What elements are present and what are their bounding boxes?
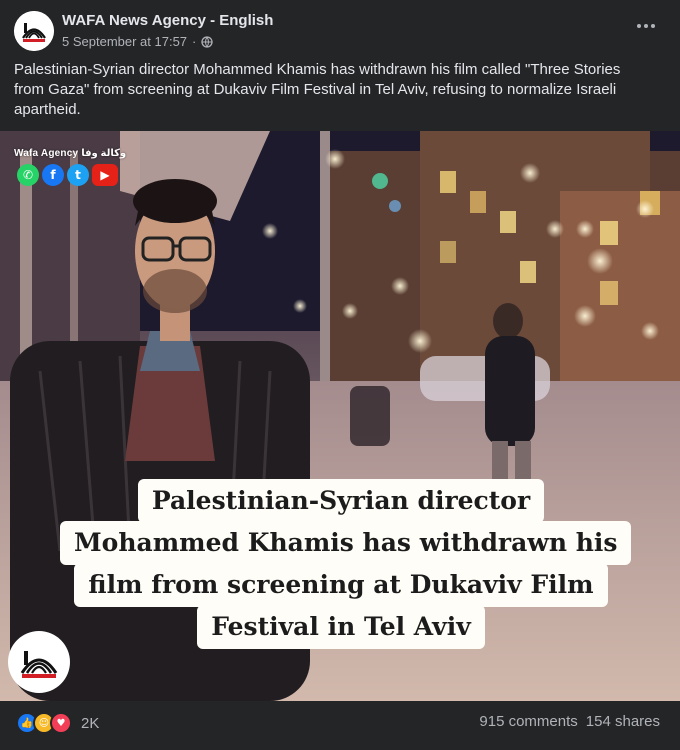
facebook-icon: f	[42, 164, 64, 186]
whatsapp-icon: ✆	[17, 164, 39, 186]
reactions-summary[interactable]: 👍 ☺ ♥ 2K	[16, 712, 99, 734]
post-header: WAFA News Agency - English 5 September a…	[0, 0, 680, 56]
youtube-icon: ▶	[92, 164, 118, 186]
wafa-logo	[8, 631, 70, 693]
twitter-icon: t	[67, 164, 89, 186]
love-icon: ♥	[50, 712, 72, 734]
globe-icon[interactable]	[201, 35, 214, 48]
shares-count-link[interactable]: 154 shares	[586, 713, 660, 730]
page-avatar[interactable]	[14, 11, 54, 51]
comments-count-link[interactable]: 915 comments	[479, 713, 577, 730]
reaction-count: 2K	[81, 714, 100, 732]
headline-line: film from screening at Dukaviv Film	[74, 563, 608, 607]
image-watermark: Wafa Agency وكالة وفا	[14, 148, 127, 159]
more-options-button[interactable]	[630, 14, 662, 38]
image-headline: Palestinian-Syrian director Mohammed Kha…	[60, 479, 632, 649]
post-image[interactable]: Wafa Agency وكالة وفا ✆ f t ▶ Palestinia…	[0, 131, 680, 701]
headline-line: Palestinian-Syrian director	[137, 479, 545, 523]
post-footer: 👍 ☺ ♥ 2K 915 comments 154 shares	[0, 701, 680, 750]
post-timestamp[interactable]: 5 September at 17:57	[62, 34, 187, 49]
social-icons-row: ✆ f t ▶	[17, 164, 118, 186]
headline-line: Mohammed Khamis has withdrawn his	[60, 521, 632, 565]
post-caption: Palestinian-Syrian director Mohammed Kha…	[14, 61, 621, 118]
page-name-link[interactable]: WAFA News Agency - English	[62, 12, 273, 29]
meta-separator: ·	[192, 34, 197, 49]
headline-line: Festival in Tel Aviv	[197, 605, 485, 649]
post-stats: 915 comments 154 shares	[479, 713, 660, 730]
wafa-logo-icon	[20, 651, 58, 678]
wafa-logo-icon	[14, 11, 54, 51]
more-options-icon	[637, 24, 655, 28]
post-meta: 5 September at 17:57 ·	[62, 34, 214, 49]
facebook-post: WAFA News Agency - English 5 September a…	[0, 0, 680, 750]
